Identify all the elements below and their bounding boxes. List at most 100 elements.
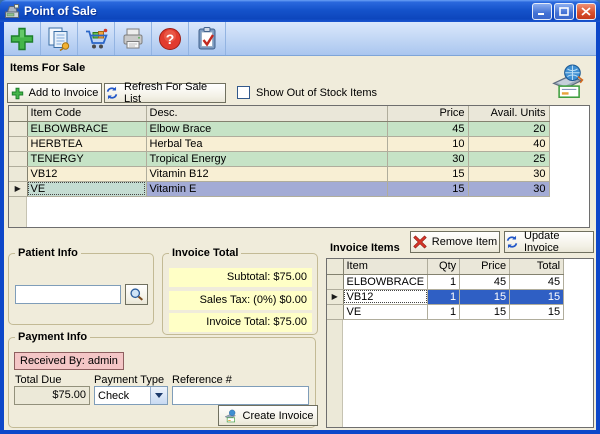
title-bar[interactable]: Point of Sale <box>0 0 600 22</box>
cell-price[interactable]: 10 <box>387 136 468 151</box>
refresh-for-sale-list-label: Refresh For Sale List <box>124 81 225 105</box>
invoice-items-grid: ItemQtyPriceTotalELBOWBRACE14545▶VB12115… <box>326 258 594 428</box>
cell-desc[interactable]: Vitamin B12 <box>146 166 387 181</box>
column-header[interactable]: Qty <box>428 259 460 274</box>
items-for-sale-table: Item CodeDesc.PriceAvail. UnitsELBOWBRAC… <box>9 106 550 197</box>
table-row[interactable]: HERBTEAHerbal Tea1040 <box>9 136 549 151</box>
table-row[interactable]: ▶VEVitamin E1530 <box>9 181 549 196</box>
column-header[interactable]: Item <box>343 259 428 274</box>
row-selector[interactable] <box>9 121 27 136</box>
toolbar-cart-button[interactable] <box>78 22 115 55</box>
update-invoice-button[interactable]: Update Invoice <box>504 231 594 253</box>
cell-price[interactable]: 15 <box>387 166 468 181</box>
create-invoice-button[interactable]: Create Invoice <box>218 405 318 426</box>
column-header[interactable]: Total <box>510 259 564 274</box>
cell-qty[interactable]: 1 <box>428 304 460 319</box>
refresh-icon <box>505 235 519 249</box>
invoice-items-table: ItemQtyPriceTotalELBOWBRACE14545▶VB12115… <box>327 259 564 320</box>
table-row[interactable]: ▶VB1211515 <box>327 289 564 304</box>
cell-item[interactable]: VB12 <box>343 289 428 304</box>
table-row[interactable]: VE11515 <box>327 304 564 319</box>
window-title: Point of Sale <box>24 4 530 18</box>
row-selector[interactable] <box>327 274 343 289</box>
column-header[interactable]: Avail. Units <box>468 106 549 121</box>
table-row[interactable]: ELBOWBRACEElbow Brace4520 <box>9 121 549 136</box>
row-selector[interactable]: ▶ <box>9 181 27 196</box>
cell-avail[interactable]: 20 <box>468 121 549 136</box>
cell-price[interactable]: 15 <box>460 304 510 319</box>
patient-search-input[interactable] <box>15 285 121 304</box>
row-selector[interactable] <box>9 151 27 166</box>
add-to-invoice-button[interactable]: Add to Invoice <box>7 83 102 103</box>
cell-total[interactable]: 15 <box>510 289 564 304</box>
invoice-total-group: Invoice Total Subtotal: $75.00 Sales Tax… <box>162 253 318 335</box>
cell-item_code[interactable]: TENERGY <box>27 151 146 166</box>
reference-input[interactable] <box>172 386 309 405</box>
remove-icon <box>413 235 427 249</box>
dropdown-button[interactable] <box>150 387 167 404</box>
print-icon <box>120 26 146 52</box>
column-header[interactable]: Price <box>460 259 510 274</box>
cell-avail[interactable]: 30 <box>468 181 549 196</box>
cell-qty[interactable]: 1 <box>428 289 460 304</box>
cell-item[interactable]: ELBOWBRACE <box>343 274 428 289</box>
cell-total[interactable]: 45 <box>510 274 564 289</box>
row-selector[interactable] <box>9 166 27 181</box>
cell-avail[interactable]: 40 <box>468 136 549 151</box>
column-header[interactable]: Desc. <box>146 106 387 121</box>
chevron-down-icon <box>155 393 163 398</box>
cell-avail[interactable]: 25 <box>468 151 549 166</box>
cell-item[interactable]: VE <box>343 304 428 319</box>
row-selector[interactable] <box>9 136 27 151</box>
sales-tax-value: Sales Tax: (0%) $0.00 <box>169 291 312 310</box>
cell-desc[interactable]: Vitamin E <box>146 181 387 196</box>
minimize-icon <box>537 7 547 16</box>
invoice-total-value: Invoice Total: $75.00 <box>169 313 312 332</box>
patient-info-title: Patient Info <box>15 247 81 259</box>
maximize-button[interactable] <box>554 3 574 20</box>
show-out-of-stock-checkbox[interactable] <box>237 86 250 99</box>
cell-price[interactable]: 15 <box>460 289 510 304</box>
table-row[interactable]: VB12Vitamin B121530 <box>9 166 549 181</box>
cell-item_code[interactable]: VE <box>27 181 146 196</box>
cell-qty[interactable]: 1 <box>428 274 460 289</box>
row-selector[interactable] <box>327 304 343 319</box>
cell-total[interactable]: 15 <box>510 304 564 319</box>
payment-info-group: Payment Info Received By: admin Total Du… <box>8 337 316 428</box>
reports-clipboard-icon <box>194 26 220 52</box>
cell-price[interactable]: 45 <box>387 121 468 136</box>
point-of-sale-cart-icon <box>83 26 109 52</box>
table-row[interactable]: ELBOWBRACE14545 <box>327 274 564 289</box>
close-button[interactable] <box>576 3 596 20</box>
cell-avail[interactable]: 30 <box>468 166 549 181</box>
remove-item-label: Remove Item <box>432 236 497 248</box>
payment-type-dropdown[interactable]: Check <box>94 386 168 405</box>
cell-price[interactable]: 45 <box>460 274 510 289</box>
payment-type-label: Payment Type <box>94 374 164 386</box>
cell-item_code[interactable]: ELBOWBRACE <box>27 121 146 136</box>
cell-item_code[interactable]: HERBTEA <box>27 136 146 151</box>
refresh-for-sale-list-button[interactable]: Refresh For Sale List <box>104 83 226 103</box>
column-header[interactable]: Price <box>387 106 468 121</box>
help-icon: ? <box>157 26 183 52</box>
cell-desc[interactable]: Elbow Brace <box>146 121 387 136</box>
column-header[interactable]: Item Code <box>27 106 146 121</box>
view-invoices-icon <box>46 26 72 52</box>
toolbar-add-button[interactable] <box>4 22 41 55</box>
toolbar-print-button[interactable] <box>115 22 152 55</box>
cell-item_code[interactable]: VB12 <box>27 166 146 181</box>
minimize-button[interactable] <box>532 3 552 20</box>
remove-item-button[interactable]: Remove Item <box>410 231 500 253</box>
table-row[interactable]: TENERGYTropical Energy3025 <box>9 151 549 166</box>
cell-desc[interactable]: Herbal Tea <box>146 136 387 151</box>
app-window: Point of Sale <box>0 0 600 434</box>
update-invoice-label: Update Invoice <box>524 230 593 254</box>
cell-price[interactable]: 15 <box>387 181 468 196</box>
toolbar-view-invoices-button[interactable] <box>41 22 78 55</box>
row-selector[interactable]: ▶ <box>327 289 343 304</box>
patient-search-button[interactable] <box>125 284 148 305</box>
toolbar-help-button[interactable]: ? <box>152 22 189 55</box>
cell-price[interactable]: 30 <box>387 151 468 166</box>
cell-desc[interactable]: Tropical Energy <box>146 151 387 166</box>
toolbar-reports-button[interactable] <box>189 22 226 55</box>
